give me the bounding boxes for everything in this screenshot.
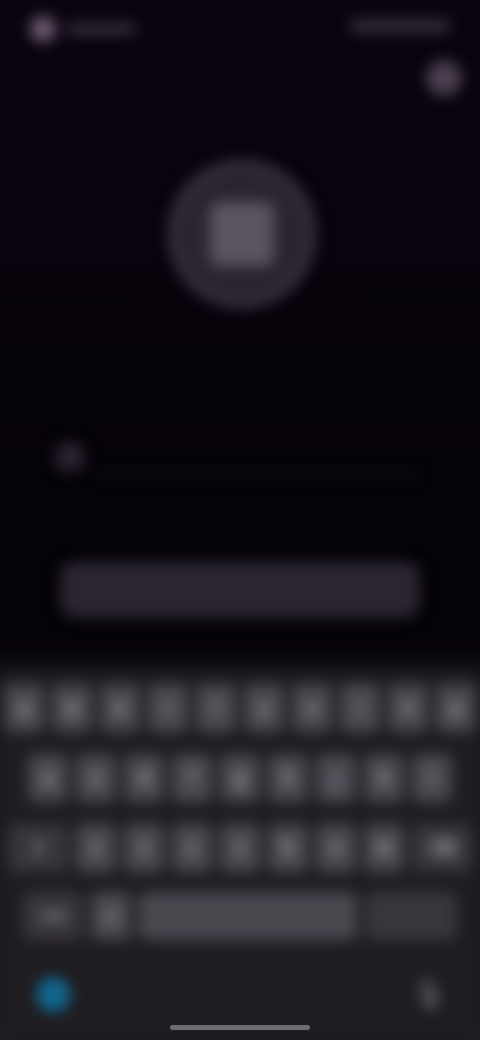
key-d[interactable]: d [124,754,164,802]
key-r[interactable]: r [148,684,188,732]
continue-button[interactable] [60,562,420,618]
keyboard-row-1: q w e r t y u i o p [0,684,480,732]
numbers-key[interactable]: 123 [23,892,83,940]
globe-icon[interactable]: 🌐 [30,972,74,1016]
key-v[interactable]: v [220,824,260,872]
return-key[interactable] [365,892,457,940]
key-f[interactable]: f [172,754,212,802]
field-icon [56,443,84,471]
keyboard-row-3: ⇧ z x c v b n m ⌫ [0,824,480,872]
key-k[interactable]: k [364,754,404,802]
key-b[interactable]: b [268,824,308,872]
key-j[interactable]: j [316,754,356,802]
key-e[interactable]: e [100,684,140,732]
status-left [30,16,136,42]
key-t[interactable]: t [196,684,236,732]
key-s[interactable]: s [76,754,116,802]
blurred-content: q w e r t y u i o p a s d f g h j k l ⇧ … [0,0,480,1040]
key-y[interactable]: y [244,684,284,732]
status-time [66,24,136,34]
space-key[interactable] [139,892,357,940]
grid-icon [210,202,274,266]
status-icons [350,20,450,32]
status-indicator-icon [30,16,56,42]
feature-icon [168,160,316,308]
key-a[interactable]: a [28,754,68,802]
status-bar [0,0,480,56]
key-o[interactable]: o [388,684,428,732]
key-i[interactable]: i [340,684,380,732]
app-screen: q w e r t y u i o p a s d f g h j k l ⇧ … [0,0,480,1040]
key-q[interactable]: q [4,684,44,732]
key-g[interactable]: g [220,754,260,802]
key-u[interactable]: u [292,684,332,732]
on-screen-keyboard: q w e r t y u i o p a s d f g h j k l ⇧ … [0,672,480,1040]
keyboard-row-4: 123 ☺ [0,892,480,940]
key-c[interactable]: c [172,824,212,872]
key-w[interactable]: w [52,684,92,732]
key-h[interactable]: h [268,754,308,802]
microphone-icon[interactable]: 🎙 [406,972,450,1016]
delete-key-icon[interactable]: ⌫ [412,824,472,872]
key-n[interactable]: n [316,824,356,872]
key-m[interactable]: m [364,824,404,872]
home-indicator[interactable] [170,1025,310,1030]
key-z[interactable]: z [76,824,116,872]
shift-key-icon[interactable]: ⇧ [8,824,68,872]
key-p[interactable]: p [436,684,476,732]
keyboard-row-2: a s d f g h j k l [0,754,480,802]
text-input[interactable] [96,439,420,475]
key-l[interactable]: l [412,754,452,802]
input-row [56,439,420,475]
help-button[interactable] [426,60,462,96]
key-x[interactable]: x [124,824,164,872]
emoji-key-icon[interactable]: ☺ [91,892,131,940]
